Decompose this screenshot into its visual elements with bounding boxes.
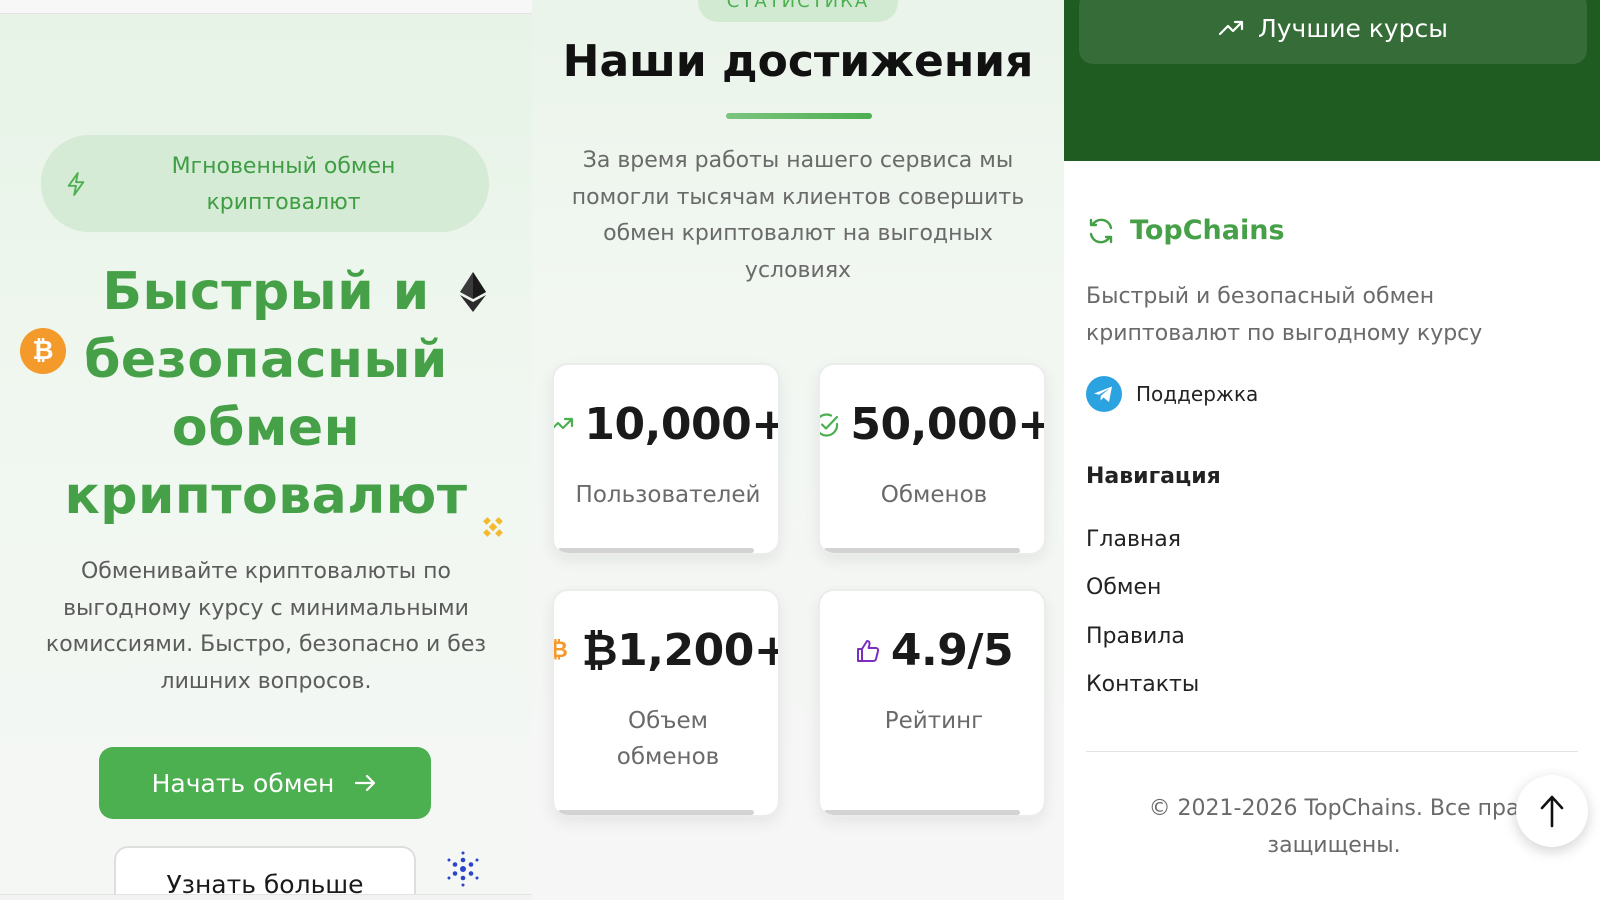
- stat-card-exchanges: 50,000+ Обменов: [818, 363, 1046, 555]
- support-label: Поддержка: [1136, 382, 1259, 406]
- support-link[interactable]: Поддержка: [1086, 376, 1258, 412]
- bottom-bar: [0, 894, 532, 900]
- stat-value: 4.9/5: [890, 625, 1014, 676]
- stat-label: Объем обменов: [616, 708, 720, 770]
- copyright: © 2021-2026 TopChains. Все пра защищены.: [1114, 790, 1554, 864]
- refresh-icon: [1089, 218, 1113, 243]
- stat-label: Пользователей: [575, 482, 761, 508]
- binance-icon: [483, 517, 503, 537]
- hero-panel: Мгновенный обмен криптовалют ₿ Быстрый и…: [0, 0, 532, 900]
- stat-value: 50,000+: [850, 399, 1046, 450]
- nav-link-exchange[interactable]: Обмен: [1086, 575, 1161, 600]
- stat-card-volume: ₿ ₿1,200+ Объем обменов: [552, 589, 780, 817]
- stat-value: 10,000+: [584, 399, 780, 450]
- check-circle-icon: [820, 412, 839, 437]
- card-bottom-bar: [558, 548, 754, 553]
- hero-title-line: обмен: [171, 398, 361, 458]
- trending-up-icon: [554, 417, 574, 429]
- trending-up-icon: [1218, 20, 1244, 36]
- best-rates-label: Лучшие курсы: [1257, 13, 1449, 43]
- arrow-right-icon: [355, 774, 376, 792]
- best-rates-button[interactable]: Лучшие курсы: [1079, 0, 1587, 64]
- scroll-to-top-button[interactable]: [1516, 775, 1588, 847]
- card-bottom-bar: [558, 810, 754, 815]
- footer-brand[interactable]: TopChains: [1086, 215, 1285, 246]
- top-bar: [0, 0, 532, 14]
- arrow-up-icon: [1540, 795, 1564, 828]
- section-chip: СТАТИСТИКА: [698, 0, 898, 22]
- brand-name: TopChains: [1130, 215, 1285, 246]
- telegram-icon: [1086, 376, 1122, 412]
- stat-value: ₿1,200+: [581, 625, 780, 676]
- lightning-icon: [67, 172, 85, 196]
- brand-description: Быстрый и безопасный обмен криптовалют п…: [1086, 284, 1483, 346]
- cardano-icon: [447, 851, 479, 887]
- nav-link-home[interactable]: Главная: [1086, 527, 1181, 552]
- thumbs-up-icon: [856, 639, 880, 662]
- bitcoin-icon: ₿: [554, 638, 572, 664]
- start-exchange-button[interactable]: Начать обмен: [99, 747, 431, 819]
- footer-divider: [1086, 751, 1578, 752]
- copyright-line: защищены.: [1267, 833, 1401, 858]
- title-underline: [726, 113, 872, 119]
- hero-title-line: криптовалют: [64, 466, 468, 526]
- stat-label: Обменов: [880, 482, 988, 508]
- stats-panel: СТАТИСТИКА Наши достижения За время рабо…: [532, 0, 1064, 900]
- nav-link-rules[interactable]: Правила: [1086, 624, 1185, 649]
- card-bottom-bar: [824, 810, 1020, 815]
- hero-title: Быстрый и безопасный обмен криптовалют: [50, 258, 482, 530]
- hero-title-line: Быстрый и: [102, 262, 430, 322]
- stat-label: Рейтинг: [884, 708, 984, 734]
- footer-panel: Лучшие курсы TopChains Быстрый и безопас…: [1064, 0, 1600, 900]
- stat-card-users: 10,000+ Пользователей: [552, 363, 780, 555]
- instant-exchange-badge: Мгновенный обмен криптовалют: [41, 135, 489, 232]
- section-title: Наши достижения: [562, 36, 1034, 87]
- nav-heading: Навигация: [1086, 464, 1221, 489]
- stat-card-rating: 4.9/5 Рейтинг: [818, 589, 1046, 817]
- cta-header: Лучшие курсы: [1064, 0, 1600, 161]
- learn-more-button[interactable]: Узнать больше: [114, 846, 416, 900]
- badge-label: Мгновенный обмен криптовалют: [171, 154, 396, 215]
- section-description: За время работы нашего сервиса мы помогл…: [571, 148, 1025, 283]
- start-exchange-label: Начать обмен: [151, 768, 335, 798]
- card-bottom-bar: [824, 548, 1020, 553]
- copyright-line: © 2021-2026 TopChains. Все пра: [1148, 796, 1520, 821]
- hero-description: Обменивайте криптовалюты по выгодному ку…: [45, 559, 487, 694]
- hero-title-line: безопасный: [84, 330, 448, 390]
- nav-link-contacts[interactable]: Контакты: [1086, 672, 1199, 697]
